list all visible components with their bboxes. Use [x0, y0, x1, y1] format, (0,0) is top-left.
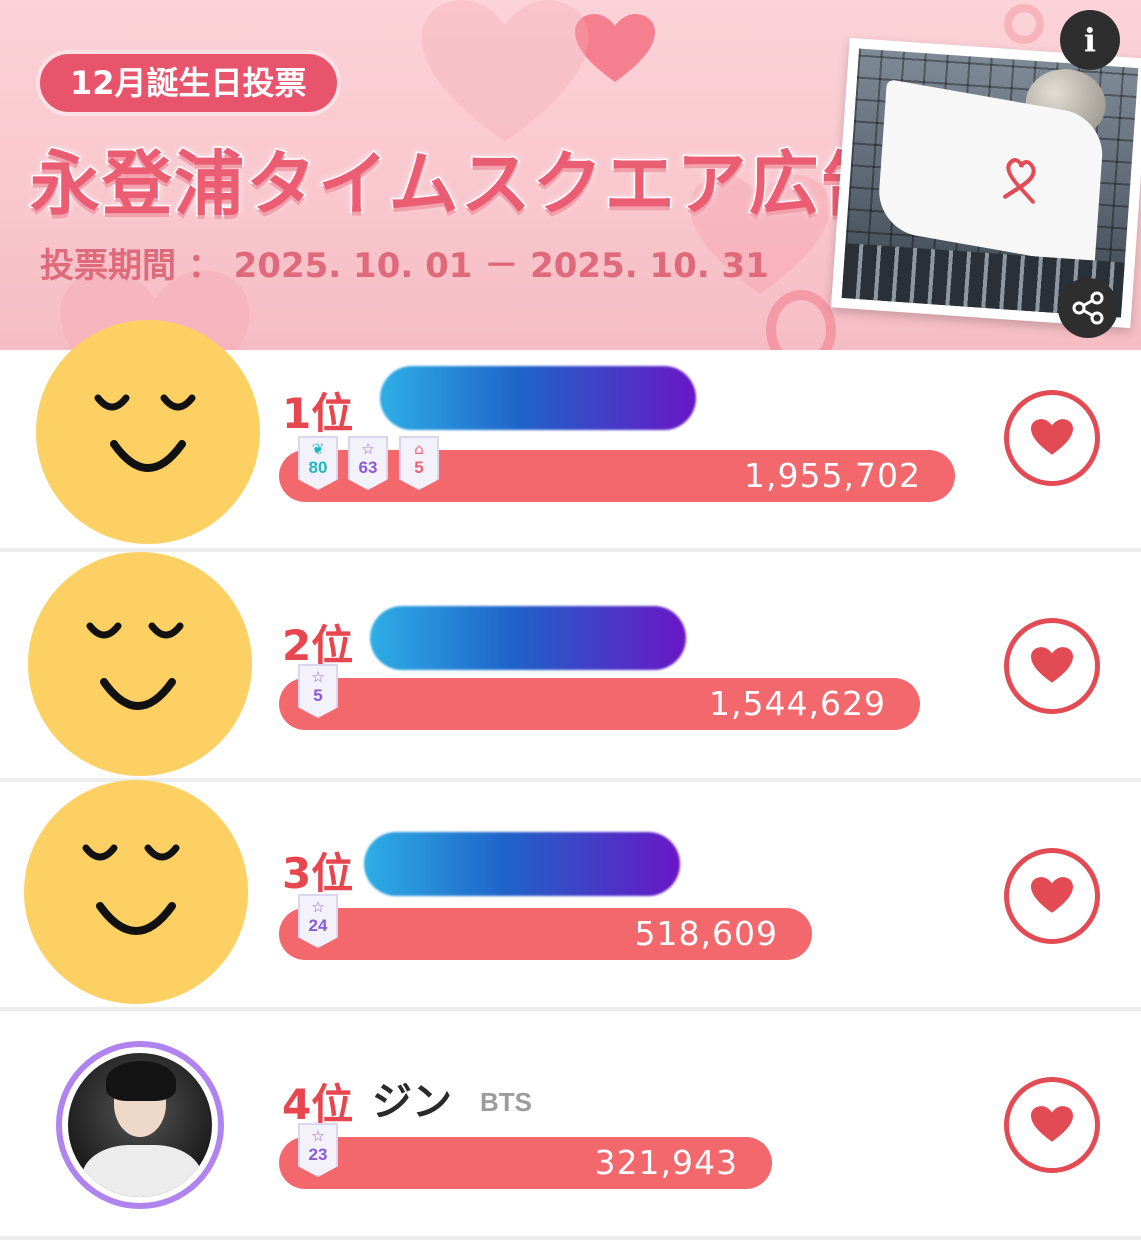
vote-bar: 1,544,629	[279, 678, 920, 730]
star-icon: ☆	[361, 440, 375, 458]
badge-star: ☆ 24	[298, 894, 338, 948]
artist-name-redacted	[380, 366, 696, 430]
star-icon: ☆	[311, 1127, 325, 1145]
badge-cake: ⌂ 5	[399, 436, 439, 490]
ring-decoration	[1004, 4, 1044, 44]
rank-label: 3位	[282, 849, 354, 898]
avatar	[56, 1041, 224, 1209]
ranking-row[interactable]: 2位 1,544,629 ☆ 5	[0, 552, 1141, 781]
star-icon: ☆	[311, 668, 325, 686]
ranking-row[interactable]: 4位 ジン BTS 321,943 ☆ 23	[0, 1011, 1141, 1240]
vote-heart-button[interactable]	[1004, 848, 1100, 944]
heart-icon	[1031, 1106, 1073, 1142]
vote-count: 518,609	[634, 914, 778, 953]
heart-icon	[1031, 419, 1073, 455]
vote-count: 1,955,702	[744, 456, 921, 495]
vote-count: 1,544,629	[709, 684, 886, 723]
vote-heart-button[interactable]	[1004, 1077, 1100, 1173]
row-divider	[0, 1236, 1141, 1240]
vote-count: 321,943	[594, 1143, 738, 1182]
artist-name-redacted	[370, 606, 686, 670]
ranking-row[interactable]: 3位 518,609 ☆ 24	[0, 780, 1141, 1011]
event-category-pill: 12月誕生日投票	[36, 50, 341, 116]
badge-wing: ❦ 80	[298, 436, 338, 490]
badge-star: ☆ 23	[298, 1123, 338, 1177]
share-icon[interactable]	[1058, 278, 1118, 338]
vote-bar: 518,609	[279, 908, 812, 960]
wing-icon: ❦	[311, 440, 325, 458]
badge-star: ☆ 5	[298, 664, 338, 718]
heart-icon	[1031, 647, 1073, 683]
smiley-avatar-icon	[36, 320, 260, 544]
event-banner[interactable]: 12月誕生日投票 永登浦タイムスクエア広告 投票期間 ： 2025. 10. 0…	[0, 0, 1141, 350]
artist-name: ジン	[372, 1079, 452, 1125]
vote-bar: 321,943	[279, 1137, 772, 1189]
badge-star: ☆ 63	[348, 436, 388, 490]
cake-icon: ⌂	[414, 440, 424, 458]
banner-title: 永登浦タイムスクエア広告	[29, 142, 893, 227]
heart-icon	[1031, 877, 1073, 913]
vote-heart-button[interactable]	[1004, 390, 1100, 486]
star-icon: ☆	[311, 898, 325, 916]
rank-label: 1位	[282, 389, 354, 438]
smiley-avatar-icon	[28, 552, 252, 776]
vote-heart-button[interactable]	[1004, 618, 1100, 714]
smiley-avatar-icon	[24, 780, 248, 1004]
ranking-row[interactable]: 1位 1,955,702 ❦ 80 ☆ 63 ⌂ 5	[0, 320, 1141, 579]
ribbon-heart-icon	[1003, 158, 1036, 204]
voting-period: 投票期間 ： 2025. 10. 01 － 2025. 10. 31	[40, 246, 769, 286]
artist-name-redacted	[364, 832, 680, 896]
info-icon[interactable]: i	[1060, 10, 1120, 70]
rank-label: 4位	[282, 1080, 354, 1129]
rank-label: 2位	[282, 621, 354, 670]
artist-group: BTS	[480, 1087, 532, 1117]
